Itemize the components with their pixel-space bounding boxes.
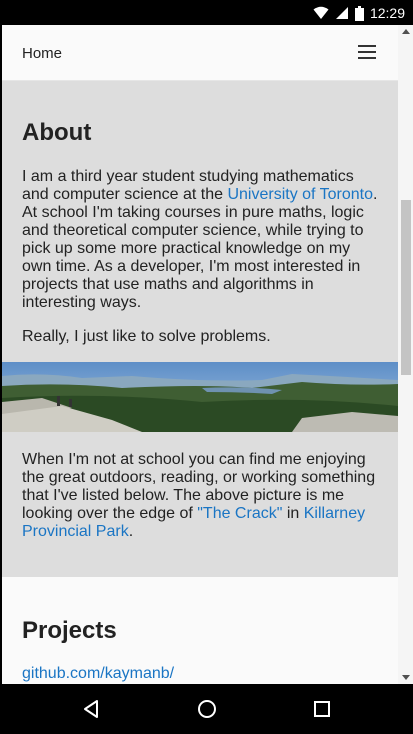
about-section: About I am a third year student studying… bbox=[2, 81, 398, 577]
hamburger-menu-icon[interactable] bbox=[358, 44, 376, 60]
github-link[interactable]: github.com/kaymanb/ bbox=[22, 665, 174, 683]
about-text: . At school I'm taking courses in pure m… bbox=[22, 186, 378, 311]
android-navigation-bar bbox=[0, 684, 413, 734]
status-icons: 12:29 bbox=[313, 4, 405, 22]
panorama-image bbox=[2, 362, 398, 432]
page-viewport[interactable]: Home About I am a third year student stu… bbox=[2, 25, 398, 684]
cell-signal-icon bbox=[335, 7, 348, 19]
projects-heading: Projects bbox=[22, 617, 117, 644]
top-nav: Home bbox=[2, 25, 398, 81]
status-time: 12:29 bbox=[369, 5, 405, 21]
university-of-toronto-link[interactable]: University of Toronto bbox=[227, 186, 373, 203]
scroll-down-arrow-icon[interactable] bbox=[402, 675, 410, 680]
home-circle-icon[interactable] bbox=[195, 697, 219, 721]
about-heading: About bbox=[22, 119, 92, 146]
scrollbar-thumb[interactable] bbox=[401, 200, 411, 375]
battery-icon bbox=[354, 5, 364, 21]
status-bar: 12:29 bbox=[0, 0, 413, 25]
scroll-up-arrow-icon[interactable] bbox=[402, 29, 410, 34]
about-text: . bbox=[128, 523, 134, 540]
the-crack-link[interactable]: "The Crack" bbox=[197, 505, 282, 522]
recents-square-icon[interactable] bbox=[310, 697, 334, 721]
about-paragraph-outdoors: When I'm not at school you can find me e… bbox=[22, 451, 380, 541]
about-paragraph-problems: Really, I just like to solve problems. bbox=[22, 328, 271, 345]
wifi-icon bbox=[313, 6, 329, 19]
home-link[interactable]: Home bbox=[22, 45, 62, 62]
about-paragraph-intro: I am a third year student studying mathe… bbox=[22, 168, 380, 312]
back-icon[interactable] bbox=[80, 697, 104, 721]
about-text: in bbox=[282, 505, 304, 522]
